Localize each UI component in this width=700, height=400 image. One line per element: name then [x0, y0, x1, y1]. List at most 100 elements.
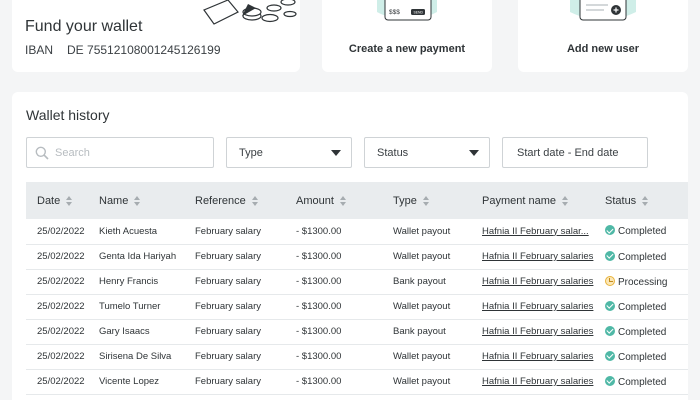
status-text: Processing — [618, 276, 668, 288]
date-range-label: Start date - End date — [517, 146, 619, 159]
status-badge: Completed — [594, 219, 688, 244]
search-icon — [35, 146, 49, 160]
cell-type: Bank payout — [393, 276, 446, 287]
check-circle-icon — [605, 375, 615, 386]
table-row[interactable]: 25/02/2022 Sirisena De Silva February sala… — [26, 344, 688, 369]
check-circle-icon — [605, 250, 615, 261]
status-badge: Processing — [594, 269, 688, 294]
cell-name: Tumelo Turner — [99, 301, 161, 312]
cell-reference: February salary — [195, 251, 261, 262]
payment-name-link[interactable]: Hafnia II February salaries — [471, 319, 594, 344]
cell-name: Henry Francis — [99, 276, 159, 287]
payment-name-link[interactable]: Hafnia II February salaries — [471, 244, 594, 269]
status-text: Completed — [618, 326, 667, 338]
search-placeholder: Search — [55, 146, 90, 159]
cell-reference: February salary — [195, 225, 261, 237]
sort-icon — [422, 195, 430, 206]
check-circle-icon — [605, 225, 615, 236]
status-text: Completed — [618, 226, 667, 238]
wallet-history-rows: 25/02/2022 Kieth Acuesta February salary - … — [26, 219, 688, 394]
cell-date: 25/02/2022 — [37, 326, 85, 337]
cell-name: Genta Ida Hariyah — [99, 251, 177, 262]
cell-amount: - $1300.00 — [296, 276, 342, 287]
cell-amount: - $1300.00 — [296, 326, 342, 337]
date-range-input[interactable]: Start date - End date — [502, 137, 648, 168]
sort-icon — [251, 195, 259, 206]
add-new-user-label: Add new user — [566, 43, 640, 55]
table-row[interactable]: 25/02/2022 Henry Francis February salary - … — [26, 269, 688, 294]
status-badge: Completed — [594, 244, 688, 269]
cell-name: Kieth Acuesta — [99, 225, 158, 237]
iban-value: DE 75512108001245126199 — [67, 43, 221, 57]
cell-date: 25/02/2022 — [37, 251, 85, 262]
coins-illustration-icon — [203, 0, 297, 25]
column-header-type[interactable]: Type — [382, 182, 471, 219]
column-header-date[interactable]: Date — [26, 182, 88, 219]
type-filter-label: Type — [239, 146, 263, 159]
status-badge: Completed — [594, 294, 688, 319]
create-payment-card[interactable]: $$$ SEND Create a new payment — [322, 0, 492, 72]
wallet-history-table: Date Name Reference Amount Type Payment … — [26, 182, 688, 395]
clock-icon — [605, 275, 615, 286]
cell-reference: February salary — [195, 276, 261, 287]
add-new-user-card[interactable]: Add new user — [518, 0, 688, 72]
cell-date: 25/02/2022 — [37, 225, 85, 237]
check-circle-icon — [605, 350, 615, 361]
cell-amount: - $1300.00 — [296, 351, 342, 362]
column-header-payment-name[interactable]: Payment name — [471, 182, 594, 219]
status-text: Completed — [618, 376, 667, 388]
type-filter-dropdown[interactable]: Type — [226, 137, 352, 168]
status-filter-dropdown[interactable]: Status — [364, 137, 490, 168]
create-payment-label: Create a new payment — [348, 43, 466, 55]
cell-amount: - $1300.00 — [296, 301, 342, 312]
column-header-amount[interactable]: Amount — [285, 182, 382, 219]
card-amount-text: $$$ — [389, 9, 400, 16]
payment-name-link[interactable]: Hafnia II February salaries — [471, 269, 594, 294]
sort-icon — [134, 195, 141, 206]
cell-amount: - $1300.00 — [296, 225, 342, 237]
iban-label: IBAN — [25, 43, 54, 57]
cell-amount: - $1300.00 — [296, 376, 342, 387]
cell-type: Wallet payout — [393, 225, 451, 237]
add-user-document-icon — [570, 0, 636, 21]
cell-reference: February salary — [195, 326, 261, 337]
check-circle-icon — [605, 325, 615, 336]
chevron-down-icon — [331, 149, 341, 156]
sort-icon — [561, 195, 569, 206]
cell-name: Gary Isaacs — [99, 326, 150, 337]
sort-icon — [339, 195, 347, 206]
payment-name-link[interactable]: Hafnia II February salaries — [471, 344, 594, 369]
cell-reference: February salary — [195, 351, 261, 362]
cell-date: 25/02/2022 — [37, 276, 85, 287]
cell-date: 25/02/2022 — [37, 376, 85, 387]
cell-reference: February salary — [195, 301, 261, 312]
cell-type: Bank payout — [393, 326, 446, 337]
cell-date: 25/02/2022 — [37, 301, 85, 312]
column-header-status[interactable]: Status — [594, 182, 688, 219]
table-header-row: Date Name Reference Amount Type Payment … — [26, 182, 688, 219]
sort-icon — [66, 195, 73, 206]
cell-amount: - $1300.00 — [296, 251, 342, 262]
table-row[interactable]: 25/02/2022 Gary Isaacs February salary - $1… — [26, 319, 688, 344]
wallet-history-title: Wallet history — [26, 107, 110, 123]
card-send-chip: SEND — [414, 11, 424, 15]
table-row[interactable]: 25/02/2022 Kieth Acuesta February salary - … — [26, 219, 688, 244]
search-input[interactable]: Search — [26, 137, 214, 168]
fund-wallet-title: Fund your wallet — [25, 18, 143, 35]
column-header-name[interactable]: Name — [88, 182, 184, 219]
payment-name-link[interactable]: Hafnia II February salar... — [471, 219, 594, 244]
sort-icon — [642, 195, 649, 206]
table-row[interactable]: 25/02/2022 Tumelo Turner February salary - … — [26, 294, 688, 319]
cell-type: Wallet payout — [393, 251, 451, 262]
column-header-reference[interactable]: Reference — [184, 182, 285, 219]
payment-card-icon: $$$ SEND — [377, 0, 437, 21]
status-text: Completed — [618, 351, 667, 363]
iban-row: IBAN DE 75512108001245126199 — [25, 43, 221, 57]
table-row[interactable]: 25/02/2022 Genta Ida Hariyah February sala… — [26, 244, 688, 269]
table-row[interactable]: 25/02/2022 Vicente Lopez February salary - … — [26, 369, 688, 394]
payment-name-link[interactable]: Hafnia II February salaries — [471, 369, 594, 394]
status-badge: Completed — [594, 344, 688, 369]
payment-name-link[interactable]: Hafnia II February salaries — [471, 294, 594, 319]
cell-type: Wallet payout — [393, 376, 451, 387]
status-text: Completed — [618, 251, 667, 263]
